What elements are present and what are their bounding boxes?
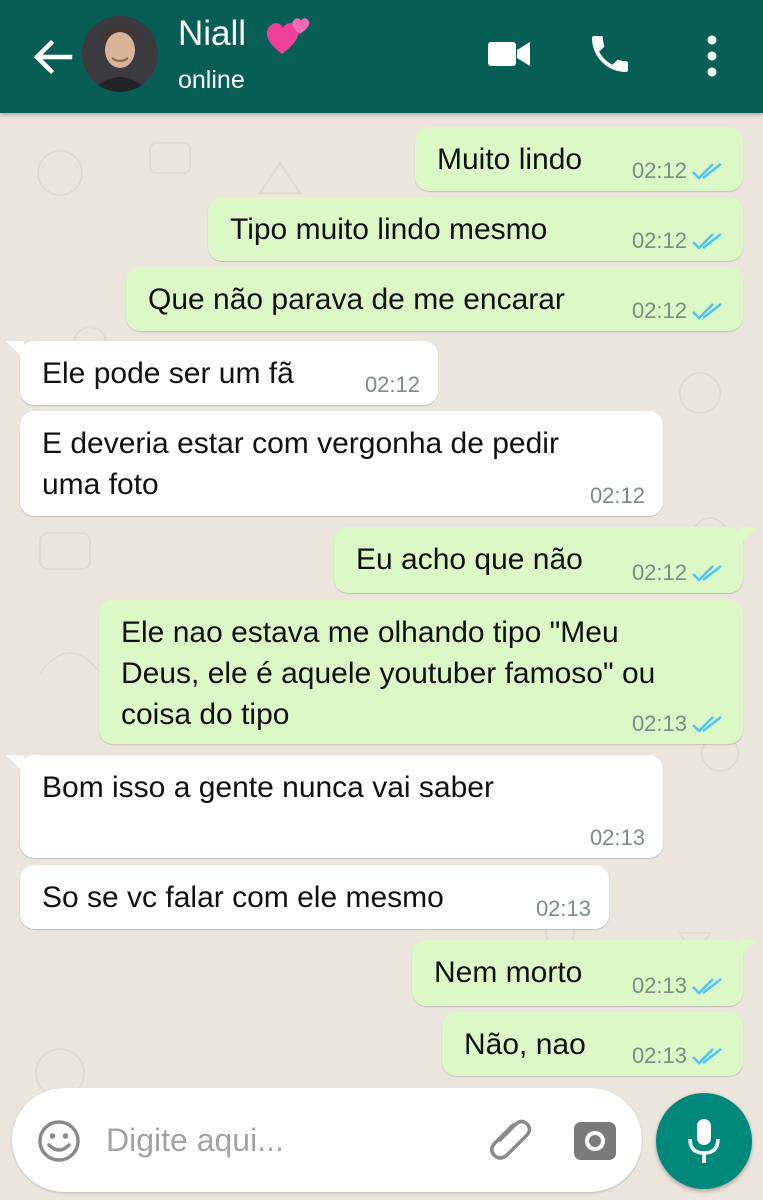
message-composer	[12, 1088, 642, 1192]
message-text: Ele nao estava me olhando tipo "Meu Deus…	[121, 616, 656, 731]
paperclip-icon[interactable]	[486, 1116, 536, 1166]
bubble-tail	[6, 341, 24, 359]
message-text: Não, nao	[464, 1028, 586, 1061]
message-time: 02:12	[589, 483, 645, 508]
message-time: 02:12	[631, 158, 687, 183]
bubble-tail	[739, 527, 757, 545]
outgoing-message[interactable]: Eu acho que não 02:12	[334, 527, 757, 593]
outgoing-message[interactable]: Tipo muito lindo mesmo 02:12	[208, 197, 743, 261]
emoji-icon[interactable]	[36, 1118, 82, 1164]
incoming-message[interactable]: Ele pode ser um fã 02:12	[6, 341, 438, 405]
outgoing-message[interactable]: Que não parava de me encarar 02:12	[126, 267, 743, 331]
double-check-icon	[692, 163, 722, 180]
video-camera-icon[interactable]	[486, 34, 532, 74]
message-text: Eu acho que não	[356, 543, 583, 576]
message-time: 02:12	[631, 560, 687, 585]
message-text: E deveria estar com vergonha de pedir um…	[42, 427, 559, 501]
incoming-message[interactable]: E deveria estar com vergonha de pedir um…	[20, 411, 663, 516]
camera-icon[interactable]	[572, 1118, 618, 1162]
outgoing-message[interactable]: Não, nao 02:13	[442, 1012, 743, 1076]
contact-status: online	[178, 66, 245, 94]
message-time: 02:13	[589, 825, 645, 850]
avatar[interactable]	[82, 16, 158, 92]
double-check-icon	[692, 716, 722, 733]
message-time: 02:13	[631, 1043, 687, 1068]
contact-name[interactable]: Niall	[178, 14, 246, 54]
message-time: 02:12	[631, 298, 687, 323]
double-check-icon	[692, 565, 722, 582]
message-text: Tipo muito lindo mesmo	[230, 213, 548, 246]
double-check-icon	[692, 978, 722, 995]
message-text: Que não parava de me encarar	[148, 283, 565, 316]
message-text: Nem morto	[434, 956, 583, 989]
double-check-icon	[692, 303, 722, 320]
outgoing-message[interactable]: Ele nao estava me olhando tipo "Meu Deus…	[99, 600, 743, 744]
message-time: 02:13	[535, 896, 591, 921]
bubble-tail	[6, 755, 24, 773]
message-text: So se vc falar com ele mesmo	[42, 881, 444, 914]
message-text: Ele pode ser um fã	[42, 357, 294, 390]
voice-record-button[interactable]	[656, 1093, 752, 1189]
two-hearts-icon	[266, 18, 310, 54]
message-time: 02:13	[631, 711, 687, 736]
phone-icon[interactable]	[586, 30, 634, 78]
bubble-tail	[739, 940, 757, 958]
message-time: 02:12	[631, 228, 687, 253]
message-time: 02:12	[364, 372, 420, 397]
double-check-icon	[692, 1048, 722, 1065]
more-vertical-icon[interactable]	[700, 32, 724, 80]
double-check-icon	[692, 233, 722, 250]
incoming-message[interactable]: Bom isso a gente nunca vai saber 02:13	[6, 755, 663, 858]
message-time: 02:13	[631, 973, 687, 998]
outgoing-message[interactable]: Muito lindo 02:12	[415, 127, 743, 191]
microphone-icon	[688, 1119, 720, 1163]
outgoing-message[interactable]: Nem morto 02:13	[412, 940, 757, 1006]
message-text: Muito lindo	[437, 143, 583, 176]
incoming-message[interactable]: So se vc falar com ele mesmo 02:13	[20, 865, 609, 929]
chat-header: Niall online	[0, 0, 763, 113]
message-input[interactable]	[106, 1114, 466, 1166]
message-text: Bom isso a gente nunca vai saber	[42, 771, 494, 804]
avatar-photo	[82, 16, 158, 92]
arrow-left-icon[interactable]	[30, 34, 76, 80]
